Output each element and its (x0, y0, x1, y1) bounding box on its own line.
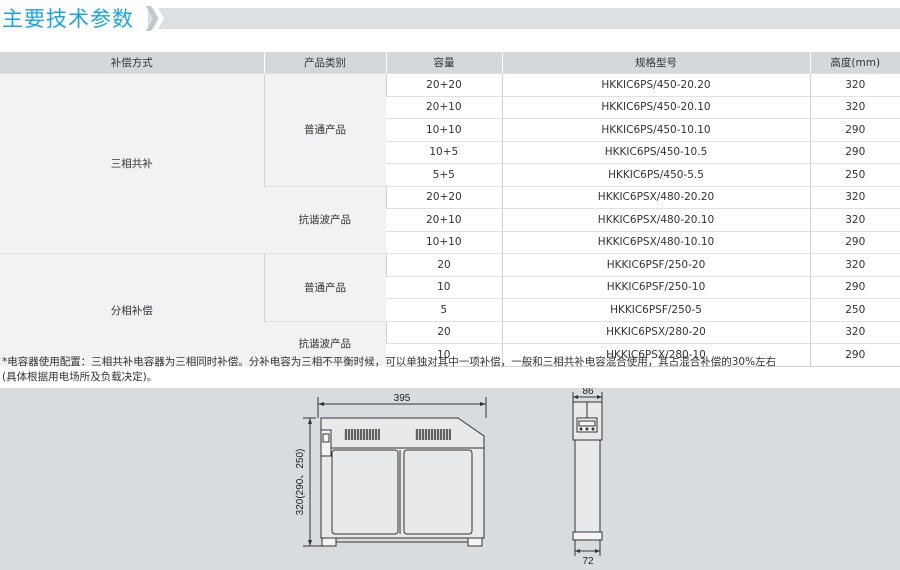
model-cell: HKKIC6PS/450-20.20 (501, 73, 810, 96)
front-width-label: 395 (394, 393, 411, 404)
capacity-cell: 20 (385, 320, 502, 344)
model-cell: HKKIC6PSX/480-20.20 (501, 185, 810, 209)
model-cell: HKKIC6PSF/250-20 (501, 253, 810, 276)
model-cell: HKKIC6PSX/480-20.10 (501, 208, 810, 231)
spec-table: 补偿方式 产品类别 容量 规格型号 高度(mm) 三相共补 普通产品 20+20… (0, 52, 900, 367)
note-line: *电容器使用配置：三相共补电容器为三相同时补偿。分补电容为三相不平衡时候，可以单… (2, 356, 777, 368)
front-view-drawing (303, 397, 487, 547)
model-cell: HKKIC6PSX/280-20 (501, 320, 810, 344)
header-capacity: 容量 (385, 52, 502, 74)
capacity-cell: 10+10 (386, 118, 502, 141)
height-cell: 250 (809, 163, 900, 186)
capacity-cell: 20+10 (386, 208, 502, 231)
model-cell: HKKIC6PSX/480-10.10 (501, 230, 810, 254)
header-model: 规格型号 (501, 52, 810, 74)
category-cell: 抗谐波产品 (264, 185, 386, 254)
method-cell: 分相补偿 (0, 253, 264, 366)
height-cell: 250 (809, 298, 900, 321)
capacity-cell: 20 (385, 253, 502, 276)
height-cell: 290 (809, 140, 900, 164)
capacity-cell: 10+10 (386, 230, 502, 254)
method-cell: 三相共补 (0, 73, 264, 254)
header-category: 产品类别 (263, 52, 386, 74)
side-bottom-label: 72 (582, 556, 594, 567)
table-row: 分相补偿 普通产品 20 HKKIC6PSF/250-20 320 (0, 253, 900, 366)
table-row: 三相共补 普通产品 20+20 HKKIC6PS/450-20.20 320 (0, 73, 900, 254)
front-height-label: 320(290、250) (295, 449, 306, 516)
height-cell: 320 (809, 208, 900, 231)
height-cell: 320 (809, 320, 900, 344)
height-cell: 320 (809, 253, 900, 276)
note-line: (具体根据用电场所及负载决定)。 (2, 371, 158, 383)
capacity-cell: 20+10 (386, 95, 502, 119)
capacity-cell: 10 (386, 275, 502, 299)
title-banner: 主要技术参数 (0, 0, 900, 36)
category-cell: 普通产品 (263, 73, 386, 186)
header-method: 补偿方式 (0, 52, 264, 74)
model-cell: HKKIC6PS/450-10.5 (501, 140, 810, 164)
model-cell: HKKIC6PSF/250-10 (501, 275, 810, 299)
model-cell: HKKIC6PSF/250-5 (501, 298, 810, 321)
spec-page: 主要技术参数 补偿方式 产品类别 容量 规格型号 高度(mm) 三相共补 普通产… (0, 0, 900, 570)
usage-note: *电容器使用配置：三相共补电容器为三相同时补偿。分补电容为三相不平衡时候，可以单… (2, 355, 898, 385)
title-band (148, 8, 900, 29)
category-cell: 普通产品 (263, 253, 386, 321)
section-title: 主要技术参数 (2, 7, 134, 31)
dimension-drawing-area: 395 320(290、250) 86 72 (0, 388, 900, 570)
side-view-drawing (572, 392, 603, 556)
model-cell: HKKIC6PS/450-10.10 (501, 118, 810, 141)
capacity-cell: 5 (386, 298, 502, 321)
height-cell: 320 (809, 73, 900, 96)
capacity-cell: 20+20 (385, 73, 502, 96)
height-cell: 320 (809, 185, 900, 209)
chevron-right-icon (152, 6, 164, 31)
capacity-cell: 20+20 (385, 185, 502, 209)
header-height: 高度(mm) (809, 52, 900, 74)
capacity-cell: 10+5 (386, 140, 502, 164)
height-cell: 320 (809, 95, 900, 119)
capacity-cell: 5+5 (386, 163, 502, 186)
height-cell: 290 (809, 230, 900, 254)
table-header-row: 补偿方式 产品类别 容量 规格型号 高度(mm) (0, 52, 900, 74)
side-top-label: 86 (582, 388, 594, 397)
model-cell: HKKIC6PS/450-5.5 (501, 163, 810, 186)
dimension-drawing: 395 320(290、250) 86 72 (295, 388, 603, 567)
height-cell: 290 (809, 275, 900, 299)
height-cell: 290 (809, 118, 900, 141)
model-cell: HKKIC6PS/450-20.10 (501, 95, 810, 119)
